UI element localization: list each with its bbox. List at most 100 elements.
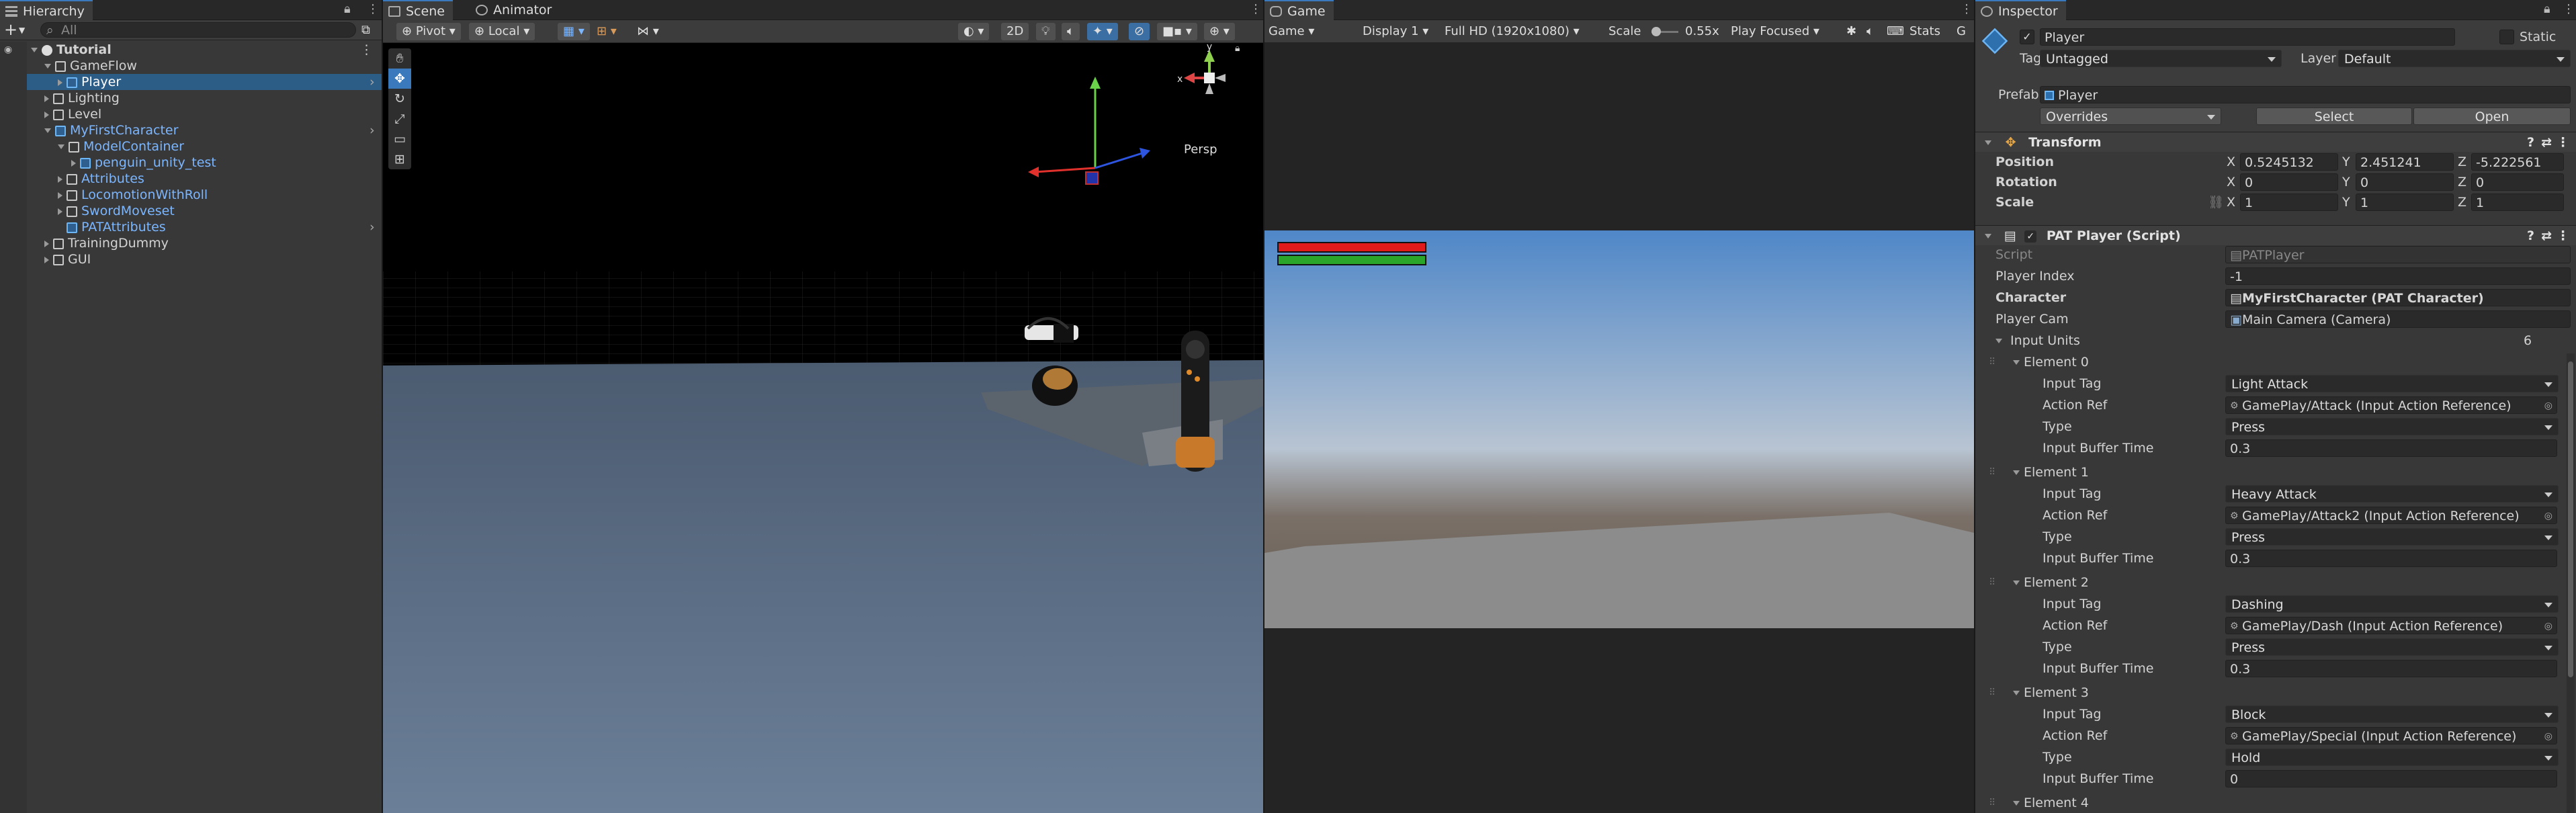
move-tool-icon[interactable]: ✥: [388, 69, 411, 89]
object-picker-icon[interactable]: ◎: [2544, 617, 2552, 634]
more-menu-icon[interactable]: ⋮: [1961, 2, 1973, 16]
transform-y-field[interactable]: 2.451241: [2356, 153, 2454, 171]
scene-viewport[interactable]: ✋︎ ✥ ↻ ⤢ ▭ ⊞ y x 🔒︎ Persp: [383, 43, 1263, 813]
transform-header[interactable]: ✥ Transform ? ⇄ ⋮: [1975, 132, 2576, 152]
hierarchy-item[interactable]: MyFirstCharacter ›: [0, 122, 382, 138]
character-field[interactable]: ▤ MyFirstCharacter (PAT Character): [2225, 289, 2571, 306]
game-view-dropdown[interactable]: Game ▾: [1269, 23, 1314, 40]
more-menu-icon[interactable]: ⋮: [367, 2, 379, 16]
collapsed-arrow-icon[interactable]: [58, 208, 62, 215]
action-ref-field[interactable]: ⚙ ◎ GamePlay/Attack (Input Action Referenc…: [2225, 396, 2557, 414]
hierarchy-item[interactable]: LocomotionWithRoll: [0, 187, 382, 203]
hierarchy-item[interactable]: Level: [0, 106, 382, 122]
tab-animator[interactable]: Animator: [470, 0, 560, 20]
drag-handle-icon[interactable]: ⠿: [1989, 574, 1995, 591]
prefab-asset-field[interactable]: Player: [2040, 86, 2571, 103]
open-button[interactable]: Open: [2413, 108, 2571, 125]
resolution-dropdown[interactable]: Full HD (1920x1080) ▾: [1445, 23, 1580, 40]
display-dropdown[interactable]: Display 1 ▾: [1363, 23, 1428, 40]
add-dropdown-icon[interactable]: ▼: [19, 22, 25, 39]
expanded-arrow-icon[interactable]: [31, 48, 38, 52]
rotate-tool-icon[interactable]: ↻: [388, 89, 411, 109]
add-button[interactable]: +: [4, 21, 17, 38]
tab-hierarchy[interactable]: Hierarchy: [0, 0, 93, 20]
hierarchy-item[interactable]: Attributes: [0, 171, 382, 187]
tab-game[interactable]: Game: [1264, 0, 1334, 20]
lock-icon[interactable]: 🔒︎: [2544, 2, 2550, 16]
overrides-dropdown[interactable]: Overrides: [2040, 108, 2221, 125]
collapsed-arrow-icon[interactable]: [44, 95, 49, 102]
element-fold-icon[interactable]: [2013, 801, 2020, 806]
object-picker-icon[interactable]: ◎: [2544, 397, 2552, 413]
action-ref-field[interactable]: ⚙ ◎ GamePlay/Attack2 (Input Action Referen…: [2225, 507, 2557, 524]
axis-label-x[interactable]: X: [2227, 194, 2235, 211]
keyboard-icon[interactable]: ⌨: [1887, 23, 1904, 40]
element-fold-icon[interactable]: [2013, 360, 2020, 365]
element-foldout[interactable]: Element 1: [2013, 464, 2089, 481]
input-units-fold-icon[interactable]: [1995, 339, 2002, 343]
help-icon[interactable]: ?: [2527, 132, 2534, 153]
input-tag-dropdown[interactable]: Block: [2225, 705, 2559, 723]
collapsed-arrow-icon[interactable]: [44, 111, 49, 118]
hierarchy-item[interactable]: penguin_unity_test: [0, 155, 382, 171]
scale-slider-handle[interactable]: [1651, 27, 1661, 36]
audio-toggle-icon[interactable]: 🔈︎: [1062, 23, 1080, 40]
constrain-proportions-icon[interactable]: ⛓: [2208, 194, 2224, 211]
rect-tool-icon[interactable]: ▭: [388, 129, 411, 149]
play-mode-dropdown[interactable]: Play Focused ▾: [1731, 23, 1819, 40]
pat-player-header[interactable]: ▤ ✓ PAT Player (Script) ? ⇄ ⋮: [1975, 225, 2576, 245]
transform-y-field[interactable]: 0: [2356, 173, 2454, 191]
input-buffer-time-field[interactable]: 0.3: [2225, 660, 2557, 677]
hierarchy-item[interactable]: Tutorial ⋮: [0, 42, 382, 58]
visibility-gutter[interactable]: [0, 42, 27, 813]
layer-dropdown[interactable]: Default: [2338, 50, 2571, 67]
collapsed-arrow-icon[interactable]: [71, 159, 76, 167]
effects-toggle-icon[interactable]: ✦ ▾: [1087, 23, 1118, 40]
scene-visibility-icon[interactable]: ⧉: [361, 22, 370, 39]
element-foldout[interactable]: Element 3: [2013, 684, 2089, 701]
open-prefab-arrow-icon[interactable]: ›: [370, 74, 375, 90]
expanded-arrow-icon[interactable]: [58, 144, 65, 149]
player-cam-field[interactable]: ▣ Main Camera (Camera): [2225, 310, 2571, 328]
axis-label-y[interactable]: Y: [2342, 194, 2350, 211]
component-menu-icon[interactable]: ⋮: [2557, 132, 2569, 153]
input-tag-dropdown[interactable]: Heavy Attack: [2225, 485, 2559, 503]
hierarchy-item[interactable]: PATAttributes: [0, 219, 382, 235]
scale-slider[interactable]: [1651, 27, 1678, 36]
local-dropdown[interactable]: ⊕ Local ▾: [469, 23, 535, 40]
collapsed-arrow-icon[interactable]: [44, 256, 49, 263]
mute-audio-icon[interactable]: 🔈︎: [1866, 23, 1874, 40]
component-menu-icon[interactable]: ⋮: [2557, 226, 2569, 246]
hierarchy-item[interactable]: SwordMoveset: [0, 203, 382, 219]
preset-icon[interactable]: ⇄: [2541, 226, 2552, 246]
transform-fold-icon[interactable]: [1985, 140, 1991, 145]
drag-handle-icon[interactable]: ⠿: [1989, 464, 1995, 481]
scrollbar-thumb[interactable]: [2568, 361, 2573, 677]
drag-handle-icon[interactable]: ⠿: [1989, 353, 1995, 371]
camera-settings-icon[interactable]: ■▪ ▾: [1157, 23, 1197, 40]
element-fold-icon[interactable]: [2013, 470, 2020, 475]
drag-handle-icon[interactable]: ⠿: [1989, 684, 1995, 701]
bug-icon[interactable]: ✱: [1846, 23, 1856, 40]
pat-player-enabled-checkbox[interactable]: ✓: [2024, 230, 2037, 243]
lock-view-icon[interactable]: 🔒︎: [1235, 43, 1240, 54]
object-picker-icon[interactable]: ◎: [2544, 507, 2552, 523]
hierarchy-item[interactable]: GameFlow: [0, 58, 382, 74]
transform-z-field[interactable]: -5.222561: [2471, 153, 2564, 171]
element-fold-icon[interactable]: [2013, 581, 2020, 585]
help-icon[interactable]: ?: [2527, 226, 2534, 246]
element-foldout[interactable]: Element 4: [2013, 794, 2089, 812]
axis-label-x[interactable]: X: [2227, 153, 2235, 171]
open-prefab-arrow-icon[interactable]: ›: [370, 219, 375, 235]
object-name-field[interactable]: Player: [2040, 28, 2455, 46]
lock-icon[interactable]: 🔒︎: [344, 2, 351, 16]
gizmos-dropdown[interactable]: ⊕ ▾: [1204, 23, 1235, 40]
type-dropdown[interactable]: Press: [2225, 638, 2559, 656]
tab-scene[interactable]: Scene: [383, 0, 453, 20]
shading-mode-dropdown[interactable]: ◐ ▾: [958, 23, 990, 40]
axis-label-z[interactable]: Z: [2458, 153, 2466, 171]
hand-tool-icon[interactable]: ✋︎: [388, 48, 411, 69]
select-button[interactable]: Select: [2256, 108, 2412, 125]
transform-x-field[interactable]: 0: [2240, 173, 2338, 191]
hierarchy-item[interactable]: ModelContainer: [0, 138, 382, 155]
